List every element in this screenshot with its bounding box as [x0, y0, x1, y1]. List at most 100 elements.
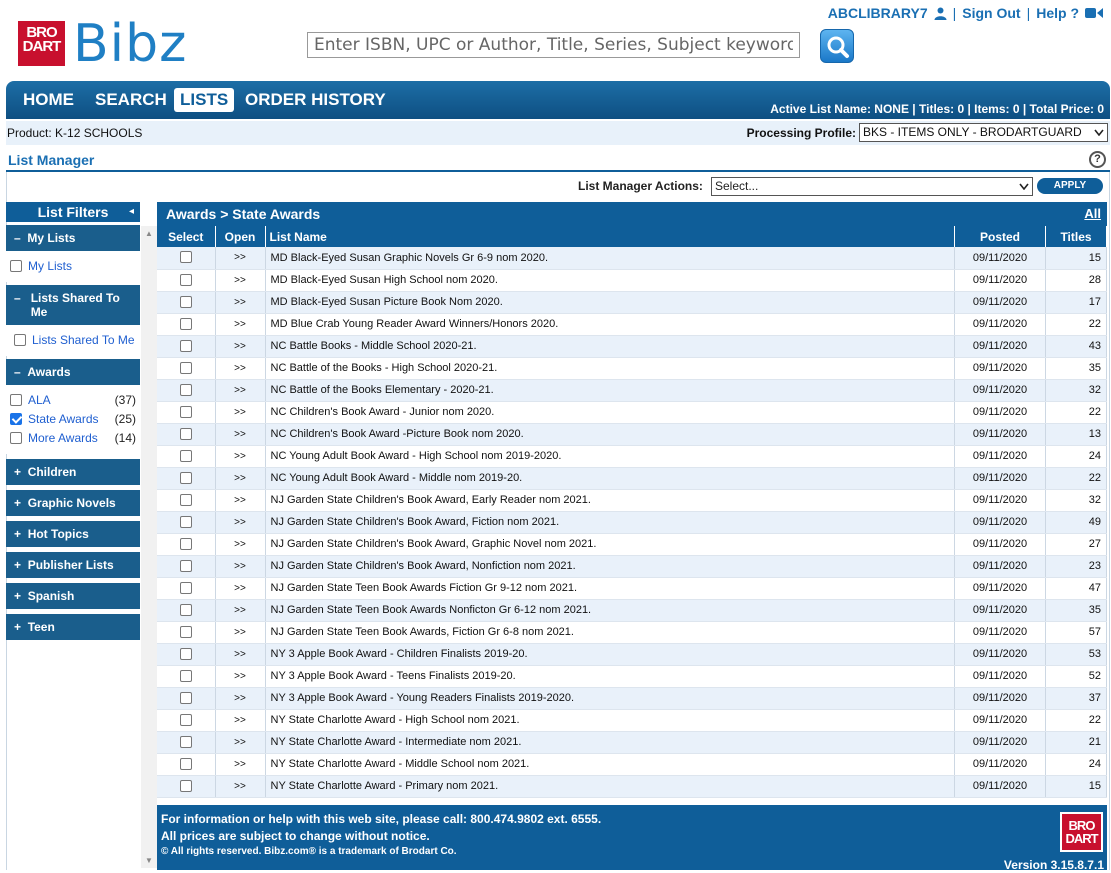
col-select[interactable]: Select	[157, 226, 216, 247]
titles-count-cell: 15	[1045, 247, 1107, 270]
open-list-link[interactable]: >>	[215, 687, 266, 710]
award-filter-checkbox[interactable]	[10, 432, 22, 444]
shared-lists-checkbox[interactable]	[14, 334, 26, 346]
award-filter-link[interactable]: ALA	[28, 393, 51, 407]
open-list-link[interactable]: >>	[215, 665, 266, 688]
row-select-checkbox[interactable]	[179, 691, 192, 704]
row-select-checkbox[interactable]	[179, 647, 192, 660]
row-select-checkbox[interactable]	[179, 361, 192, 374]
row-select-checkbox[interactable]	[179, 757, 192, 770]
row-select-checkbox[interactable]	[179, 603, 192, 616]
col-list-name[interactable]: List Name	[265, 226, 955, 247]
row-select-checkbox[interactable]	[179, 493, 192, 506]
open-list-link[interactable]: >>	[215, 467, 266, 490]
filter-section-my-lists[interactable]: – My Lists	[6, 225, 140, 251]
my-lists-link[interactable]: My Lists	[28, 259, 72, 273]
open-list-link[interactable]: >>	[215, 533, 266, 556]
table-row: >> MD Black-Eyed Susan Picture Book Nom 2…	[157, 291, 1107, 314]
vertical-scrollbar[interactable]: ▲ ▼	[141, 226, 157, 868]
open-list-link[interactable]: >>	[215, 709, 266, 732]
open-list-link[interactable]: >>	[215, 489, 266, 512]
open-list-link[interactable]: >>	[215, 269, 266, 292]
open-list-link[interactable]: >>	[215, 357, 266, 380]
row-select-checkbox[interactable]	[179, 273, 192, 286]
open-list-link[interactable]: >>	[215, 511, 266, 534]
row-select-checkbox[interactable]	[179, 779, 192, 792]
col-open[interactable]: Open	[215, 226, 266, 247]
row-select-checkbox[interactable]	[179, 471, 192, 484]
help-icon[interactable]: ?	[1089, 151, 1106, 168]
open-list-link[interactable]: >>	[215, 621, 266, 644]
row-select-checkbox[interactable]	[179, 669, 192, 682]
award-filter-link[interactable]: State Awards	[28, 412, 99, 426]
row-select-checkbox[interactable]	[179, 295, 192, 308]
filter-section-teen[interactable]: + Teen	[6, 614, 140, 640]
scroll-up-icon[interactable]: ▲	[145, 229, 153, 238]
open-list-link[interactable]: >>	[215, 401, 266, 424]
apply-button[interactable]: APPLY	[1037, 178, 1103, 194]
row-select-checkbox[interactable]	[179, 427, 192, 440]
nav-home[interactable]: HOME	[23, 90, 74, 110]
video-icon[interactable]	[1085, 7, 1103, 19]
row-select-checkbox[interactable]	[179, 713, 192, 726]
list-manager-actions-select[interactable]: Select...	[711, 177, 1033, 196]
bibz-logo[interactable]: Bibz	[73, 14, 187, 74]
open-list-link[interactable]: >>	[215, 577, 266, 600]
open-list-link[interactable]: >>	[215, 753, 266, 776]
row-select-checkbox[interactable]	[179, 405, 192, 418]
row-select-checkbox[interactable]	[179, 515, 192, 528]
open-list-link[interactable]: >>	[215, 643, 266, 666]
filter-section-awards[interactable]: – Awards	[6, 359, 140, 385]
all-link[interactable]: All	[1084, 202, 1101, 226]
scroll-down-icon[interactable]: ▼	[145, 856, 153, 865]
open-list-link[interactable]: >>	[215, 555, 266, 578]
nav-lists[interactable]: LISTS	[174, 88, 235, 112]
search-button[interactable]	[820, 29, 854, 63]
filter-section-publisher-lists[interactable]: + Publisher Lists	[6, 552, 140, 578]
my-lists-checkbox[interactable]	[10, 260, 22, 272]
filter-section-spanish[interactable]: + Spanish	[6, 583, 140, 609]
row-select-checkbox[interactable]	[179, 625, 192, 638]
open-list-link[interactable]: >>	[215, 313, 266, 336]
col-posted[interactable]: Posted	[954, 226, 1046, 247]
row-select-checkbox[interactable]	[179, 251, 192, 264]
open-list-link[interactable]: >>	[215, 445, 266, 468]
open-list-link[interactable]: >>	[215, 379, 266, 402]
filter-section-graphic-novels[interactable]: + Graphic Novels	[6, 490, 140, 516]
col-titles[interactable]: Titles	[1045, 226, 1107, 247]
row-select-checkbox[interactable]	[179, 537, 192, 550]
help-link[interactable]: Help ?	[1036, 5, 1079, 21]
open-list-link[interactable]: >>	[215, 291, 266, 314]
award-filter-link[interactable]: More Awards	[28, 431, 98, 445]
open-list-link[interactable]: >>	[215, 423, 266, 446]
table-row: >> NY State Charlotte Award - Primary nom…	[157, 775, 1107, 798]
row-select-checkbox[interactable]	[179, 735, 192, 748]
row-select-checkbox[interactable]	[179, 581, 192, 594]
open-list-link[interactable]: >>	[215, 775, 266, 798]
section-label: Spanish	[27, 589, 75, 603]
open-list-link[interactable]: >>	[215, 247, 266, 270]
processing-profile-select[interactable]: BKS - ITEMS ONLY - BRODARTGUARD	[859, 123, 1108, 142]
award-filter-checkbox[interactable]	[10, 413, 22, 425]
open-list-link[interactable]: >>	[215, 335, 266, 358]
row-select-checkbox[interactable]	[179, 383, 192, 396]
nav-search[interactable]: SEARCH	[95, 90, 167, 110]
filter-section-shared[interactable]: – Lists Shared To Me	[6, 285, 140, 325]
filter-section-hot-topics[interactable]: + Hot Topics	[6, 521, 140, 547]
filter-section-children[interactable]: + Children	[6, 459, 140, 485]
open-list-link[interactable]: >>	[215, 599, 266, 622]
nav-order-history[interactable]: ORDER HISTORY	[245, 90, 386, 110]
shared-lists-link[interactable]: Lists Shared To Me	[32, 333, 135, 347]
open-list-link[interactable]: >>	[215, 731, 266, 754]
row-select-checkbox[interactable]	[179, 449, 192, 462]
award-filter-checkbox[interactable]	[10, 394, 22, 406]
row-select-checkbox[interactable]	[179, 339, 192, 352]
row-select-checkbox[interactable]	[179, 317, 192, 330]
user-account-link[interactable]: ABCLIBRARY7	[828, 5, 928, 21]
row-select-checkbox[interactable]	[179, 559, 192, 572]
collapse-sidebar-icon[interactable]: ◂	[129, 202, 134, 222]
posted-date-cell: 09/11/2020	[954, 467, 1046, 490]
brodart-logo[interactable]: BRO DART	[18, 21, 65, 66]
sign-out-link[interactable]: Sign Out	[962, 5, 1020, 21]
search-input[interactable]	[307, 32, 800, 58]
